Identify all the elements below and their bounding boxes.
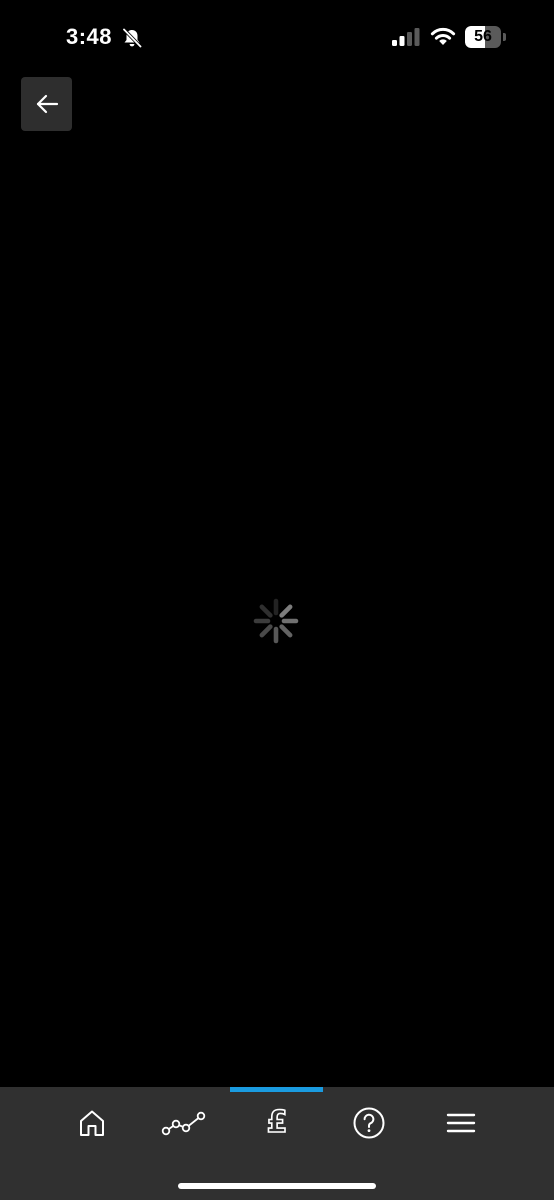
signal-bar [407, 32, 412, 46]
spinner-spoke [279, 624, 293, 638]
nav-item-home[interactable] [57, 1101, 127, 1145]
cellular-signal-icon [392, 28, 420, 46]
spinner-spoke [259, 624, 273, 638]
app-screen: 3:48 56 £ [0, 0, 554, 1200]
spinner-spoke [259, 604, 273, 618]
signal-bar [392, 40, 397, 46]
question-circle-icon [353, 1107, 385, 1139]
loading-spinner-icon [253, 598, 299, 644]
nav-item-menu[interactable] [426, 1101, 496, 1145]
nav-item-money[interactable]: £ [242, 1101, 312, 1145]
battery-cap [503, 33, 506, 41]
home-icon [80, 1110, 104, 1136]
signal-bar [399, 36, 405, 46]
battery-level-text: 56 [474, 28, 492, 45]
wifi-icon [430, 27, 456, 45]
back-button[interactable] [21, 77, 72, 131]
pound-icon: £ [266, 1105, 288, 1140]
line-graph-icon [161, 1111, 206, 1136]
bell-slash-icon [122, 27, 143, 49]
spinner-spoke [279, 604, 293, 618]
nav-item-help[interactable] [334, 1101, 404, 1145]
battery-icon: 56 [465, 26, 507, 48]
battery-body: 56 [465, 26, 501, 48]
status-time: 3:48 [66, 24, 113, 49]
signal-bar [414, 28, 420, 46]
status-bar: 3:48 56 [0, 0, 554, 76]
active-tab-indicator [230, 1087, 323, 1092]
home-indicator[interactable] [178, 1183, 376, 1189]
arrow-left-icon [36, 94, 58, 114]
nav-item-insights[interactable] [149, 1101, 219, 1145]
hamburger-menu-icon [446, 1113, 476, 1133]
